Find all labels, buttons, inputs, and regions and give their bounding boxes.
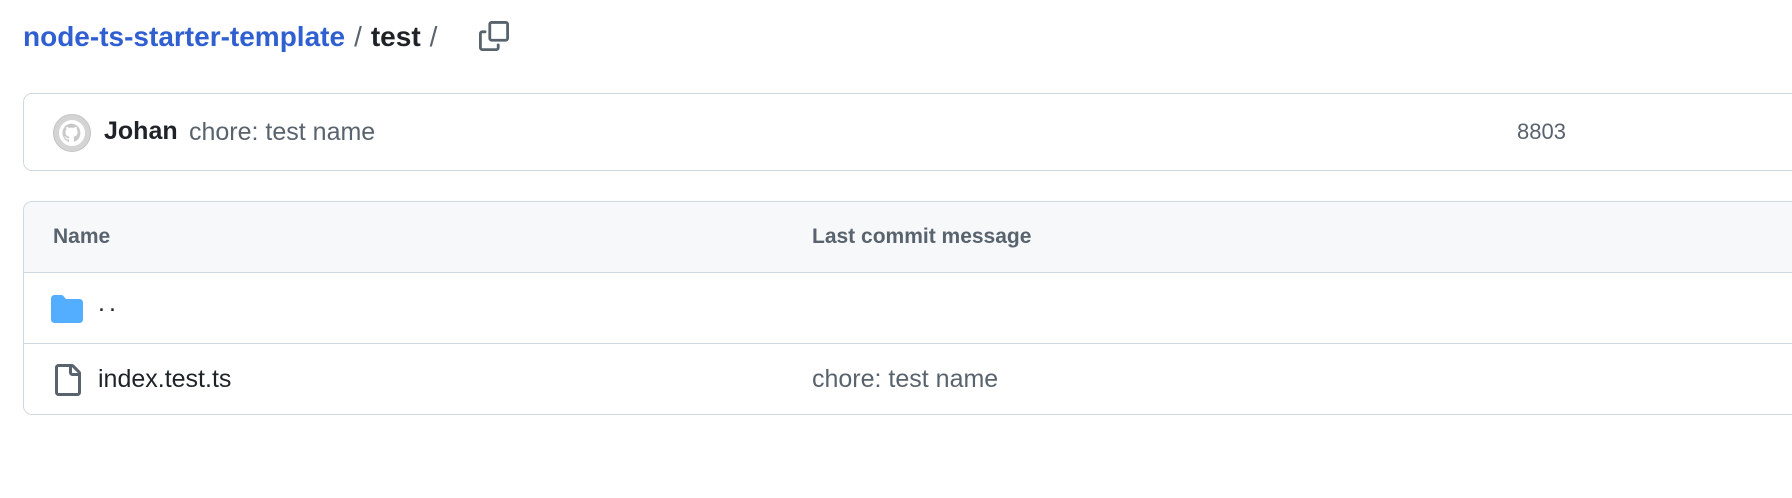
- file-icon: [51, 364, 83, 396]
- file-name-link[interactable]: index.test.ts: [98, 365, 231, 394]
- row-commit-message[interactable]: chore: test name: [812, 365, 998, 394]
- commit-sha[interactable]: 8803: [1517, 119, 1566, 145]
- breadcrumb-trailing-separator: /: [429, 21, 438, 52]
- folder-icon: [51, 293, 83, 325]
- file-table: Name Last commit message .. index.test.t…: [23, 201, 1792, 415]
- breadcrumb-current-folder: test: [370, 21, 421, 52]
- table-row-parent-directory[interactable]: ..: [24, 273, 1792, 344]
- breadcrumb: node-ts-starter-template / test /: [23, 14, 437, 60]
- column-header-name: Name: [53, 225, 111, 248]
- avatar[interactable]: [53, 114, 91, 152]
- github-octocat-icon: [54, 115, 90, 151]
- commit-author[interactable]: Johan: [104, 117, 178, 146]
- repo-directory-page: node-ts-starter-template / test / Johan …: [0, 0, 1792, 498]
- commit-message[interactable]: chore: test name: [189, 118, 375, 147]
- column-header-last-commit-message: Last commit message: [812, 225, 1032, 248]
- latest-commit-box: Johan chore: test name 8803: [23, 93, 1792, 171]
- parent-directory-link[interactable]: ..: [98, 289, 120, 318]
- breadcrumb-repo-link[interactable]: node-ts-starter-template: [23, 21, 345, 53]
- copy-path-button[interactable]: [470, 12, 518, 60]
- copy-icon: [479, 21, 509, 51]
- table-header: Name Last commit message: [24, 202, 1792, 273]
- table-row-file[interactable]: index.test.ts chore: test name: [24, 344, 1792, 414]
- breadcrumb-separator: /: [354, 21, 362, 52]
